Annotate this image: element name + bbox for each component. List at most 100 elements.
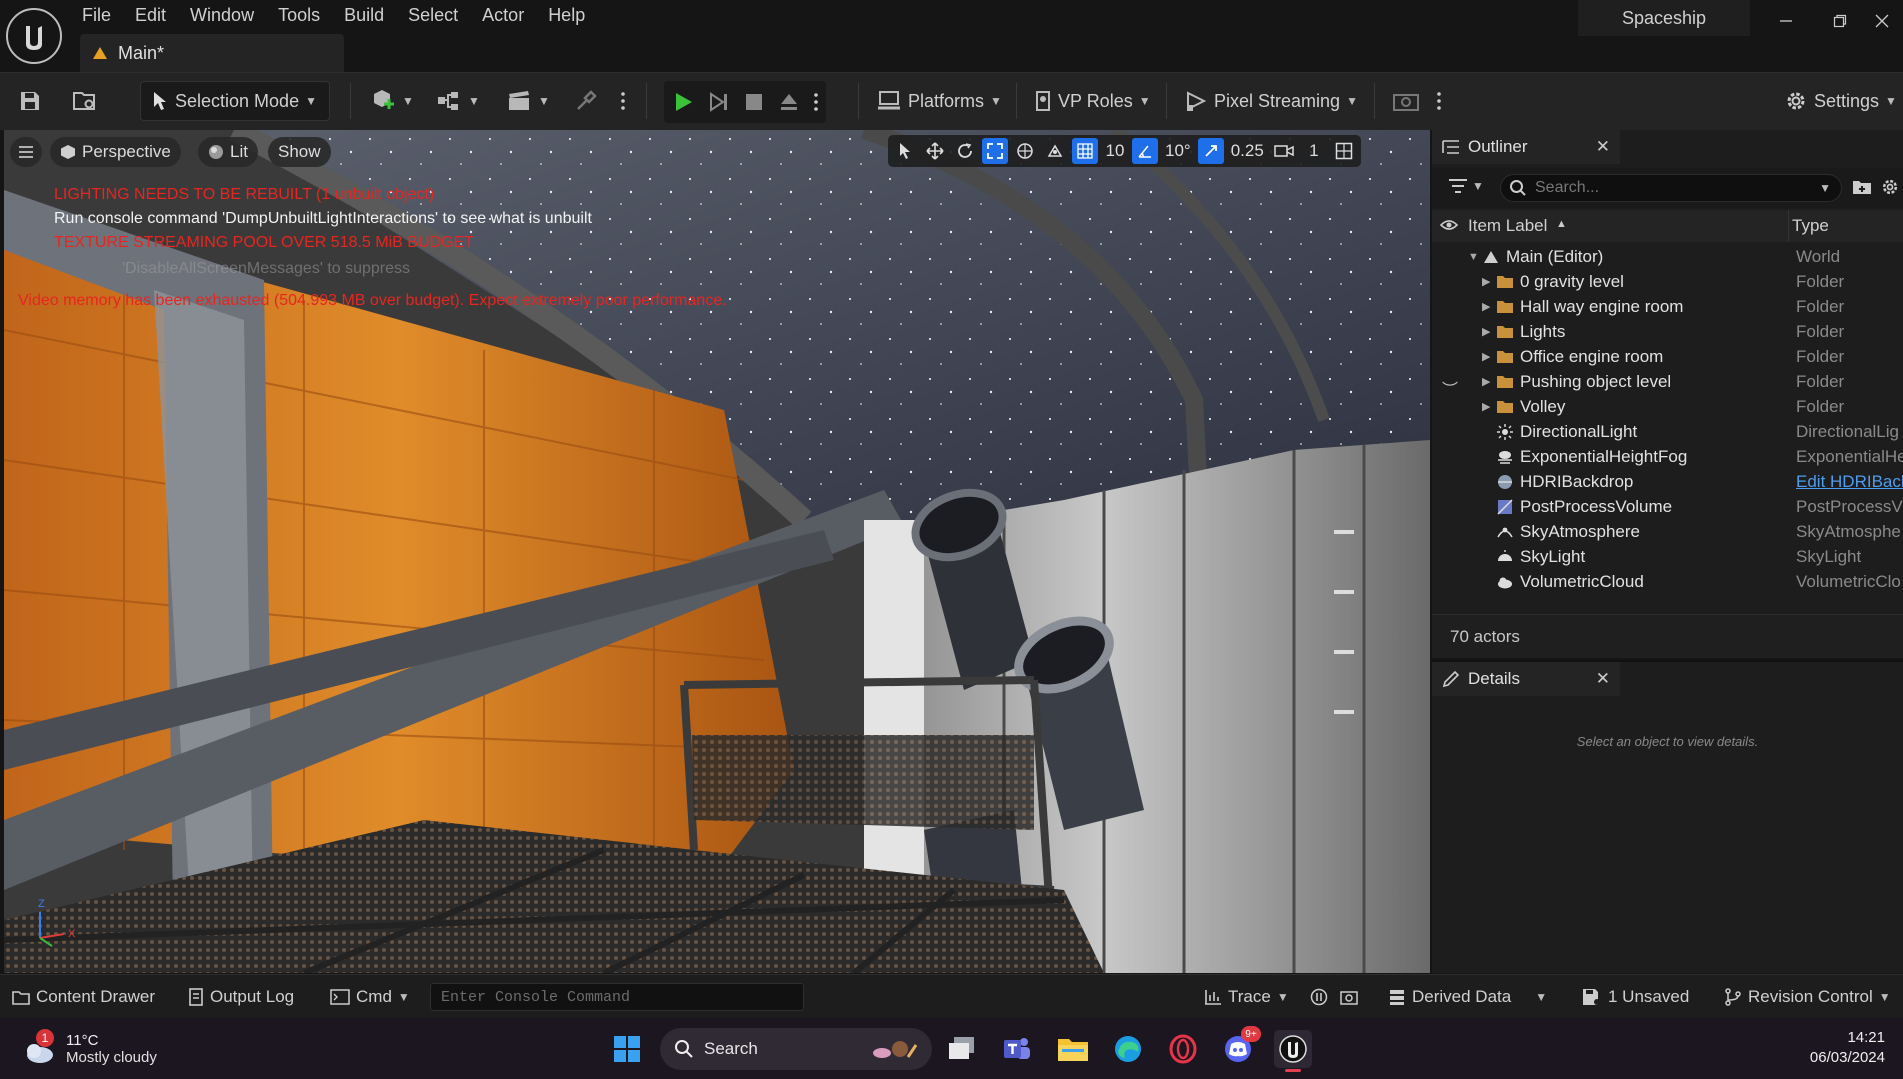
outliner-row[interactable]: ExponentialHeightFog ExponentialHe xyxy=(1432,444,1903,469)
settings-dropdown[interactable]: Settings ▼ xyxy=(1784,81,1897,121)
revision-control-dropdown[interactable]: Revision Control ▼ xyxy=(1724,975,1891,1019)
column-item-label[interactable]: Item Label xyxy=(1468,216,1547,236)
minimize-button[interactable] xyxy=(1766,8,1806,34)
unreal-logo-icon[interactable] xyxy=(6,8,62,64)
menu-select[interactable]: Select xyxy=(396,0,470,30)
outliner-search-input[interactable]: Search... ▼ xyxy=(1500,174,1842,202)
expand-arrow-icon[interactable]: ▶ xyxy=(1482,325,1496,338)
restore-button[interactable] xyxy=(1820,8,1860,34)
play-button[interactable] xyxy=(672,91,694,113)
menu-file[interactable]: File xyxy=(70,0,123,30)
details-tab[interactable]: Details ✕ xyxy=(1432,662,1620,696)
outliner-row[interactable]: ▶ Office engine room Folder xyxy=(1432,344,1903,369)
outliner-tab[interactable]: Outliner ✕ xyxy=(1432,130,1620,164)
step-button[interactable] xyxy=(708,91,730,113)
unreal-taskbar-icon[interactable] xyxy=(1274,1030,1312,1072)
outliner-row[interactable]: HDRIBackdrop Edit HDRIBacl xyxy=(1432,469,1903,494)
document-tab-main[interactable]: Main* xyxy=(80,34,344,72)
perspective-dropdown[interactable]: Perspective xyxy=(50,137,181,167)
expand-arrow-open-icon[interactable]: ▼ xyxy=(1468,251,1482,263)
weather-widget[interactable]: 1 11°C Mostly cloudy xyxy=(20,1026,157,1072)
surface-snap-icon[interactable] xyxy=(1042,138,1068,164)
outliner-row[interactable]: SkyLight SkyLight xyxy=(1432,544,1903,569)
menu-tools[interactable]: Tools xyxy=(266,0,332,30)
scale-snap-value[interactable]: 0.25 xyxy=(1228,138,1267,164)
expand-arrow-icon[interactable]: ▶ xyxy=(1482,375,1496,388)
select-tool-icon[interactable] xyxy=(892,138,918,164)
close-window-button[interactable] xyxy=(1862,8,1902,34)
view-mode-dropdown[interactable]: Lit xyxy=(198,137,258,167)
system-clock[interactable]: 14:21 06/03/2024 xyxy=(1810,1028,1885,1068)
close-icon[interactable]: ✕ xyxy=(1596,669,1610,689)
scale-tool-icon[interactable] xyxy=(982,138,1008,164)
camera-speed-icon[interactable] xyxy=(1271,138,1297,164)
unsaved-button[interactable]: 1 Unsaved xyxy=(1582,975,1689,1019)
camera-speed-value[interactable]: 1 xyxy=(1301,138,1327,164)
level-viewport[interactable]: Z X Perspective Lit Show 10 10° 0.25 1 L… xyxy=(4,130,1430,973)
translate-tool-icon[interactable] xyxy=(922,138,948,164)
outliner-row[interactable]: ▶ Pushing object level Folder xyxy=(1432,369,1903,394)
selection-mode-dropdown[interactable]: Selection Mode ▼ xyxy=(140,81,330,121)
gear-icon[interactable] xyxy=(1880,177,1900,197)
menu-help[interactable]: Help xyxy=(536,0,597,30)
grid-snap-toggle[interactable] xyxy=(1072,138,1098,164)
trace-dropdown[interactable]: Trace ▼ xyxy=(1204,975,1289,1019)
outliner-row[interactable]: DirectionalLight DirectionalLig xyxy=(1432,419,1903,444)
menu-actor[interactable]: Actor xyxy=(470,0,536,30)
teams-icon[interactable] xyxy=(998,1030,1036,1068)
task-view-icon[interactable] xyxy=(943,1030,981,1068)
vp-roles-dropdown[interactable]: VP Roles ▼ xyxy=(1034,81,1151,121)
add-actor-button[interactable]: ▼ xyxy=(370,81,414,121)
console-command-input[interactable]: Enter Console Command xyxy=(430,983,804,1011)
filter-dropdown[interactable]: ▼ xyxy=(1448,178,1484,194)
eject-button[interactable] xyxy=(778,91,800,113)
hidden-eye-icon[interactable]: ︶ xyxy=(1442,376,1458,400)
trace-record-icon[interactable] xyxy=(1310,975,1328,1019)
more-options-icon[interactable] xyxy=(618,81,628,121)
cmd-dropdown[interactable]: Cmd ▼ xyxy=(330,975,410,1019)
outliner-row[interactable]: VolumetricCloud VolumetricClo xyxy=(1432,569,1903,594)
outliner-row[interactable]: ▼ Main (Editor) World xyxy=(1432,244,1903,269)
browse-content-button[interactable] xyxy=(72,81,102,121)
edge-icon[interactable] xyxy=(1109,1030,1147,1068)
add-folder-icon[interactable] xyxy=(1852,178,1872,196)
more-options-icon[interactable] xyxy=(1434,81,1444,121)
taskbar-search[interactable]: Search xyxy=(660,1028,932,1070)
discord-icon[interactable]: 9+ xyxy=(1219,1026,1261,1068)
derived-data-dropdown[interactable]: Derived Data ▼ xyxy=(1388,975,1547,1019)
rotation-snap-toggle[interactable] xyxy=(1132,138,1158,164)
outliner-row[interactable]: PostProcessVolume PostProcessV xyxy=(1432,494,1903,519)
rotate-tool-icon[interactable] xyxy=(952,138,978,164)
outliner-row[interactable]: ▶ Volley Folder xyxy=(1432,394,1903,419)
menu-window[interactable]: Window xyxy=(178,0,266,30)
virtual-camera-button[interactable] xyxy=(1392,81,1420,121)
edit-hdri-link[interactable]: Edit HDRIBacl xyxy=(1796,472,1903,492)
save-button[interactable] xyxy=(18,81,48,121)
world-local-icon[interactable] xyxy=(1012,138,1038,164)
menu-edit[interactable]: Edit xyxy=(123,0,178,30)
viewport-menu-button[interactable] xyxy=(10,137,42,167)
visibility-icon[interactable] xyxy=(1440,218,1458,232)
pixel-streaming-dropdown[interactable]: Pixel Streaming ▼ xyxy=(1184,81,1358,121)
play-options-icon[interactable] xyxy=(814,93,818,111)
maximize-viewport-icon[interactable] xyxy=(1331,138,1357,164)
output-log-button[interactable]: Output Log xyxy=(188,975,294,1019)
cinematics-button[interactable]: ▼ xyxy=(506,81,550,121)
expand-arrow-icon[interactable]: ▶ xyxy=(1482,300,1496,313)
blueprint-button[interactable]: ▼ xyxy=(436,81,480,121)
start-button[interactable] xyxy=(608,1030,646,1068)
outliner-row[interactable]: ▶ Lights Folder xyxy=(1432,319,1903,344)
close-icon[interactable]: ✕ xyxy=(1596,137,1610,157)
column-type[interactable]: Type xyxy=(1792,216,1829,236)
rotation-snap-value[interactable]: 10° xyxy=(1162,138,1194,164)
show-dropdown[interactable]: Show xyxy=(268,137,331,167)
modeling-button[interactable] xyxy=(574,81,598,121)
expand-arrow-icon[interactable]: ▶ xyxy=(1482,400,1496,413)
screenshot-icon[interactable] xyxy=(1340,975,1358,1019)
outliner-row[interactable]: ▶ 0 gravity level Folder xyxy=(1432,269,1903,294)
file-explorer-icon[interactable] xyxy=(1054,1030,1092,1068)
outliner-row[interactable]: SkyAtmosphere SkyAtmosphe xyxy=(1432,519,1903,544)
grid-snap-value[interactable]: 10 xyxy=(1102,138,1128,164)
expand-arrow-icon[interactable]: ▶ xyxy=(1482,350,1496,363)
stop-button[interactable] xyxy=(744,92,764,112)
